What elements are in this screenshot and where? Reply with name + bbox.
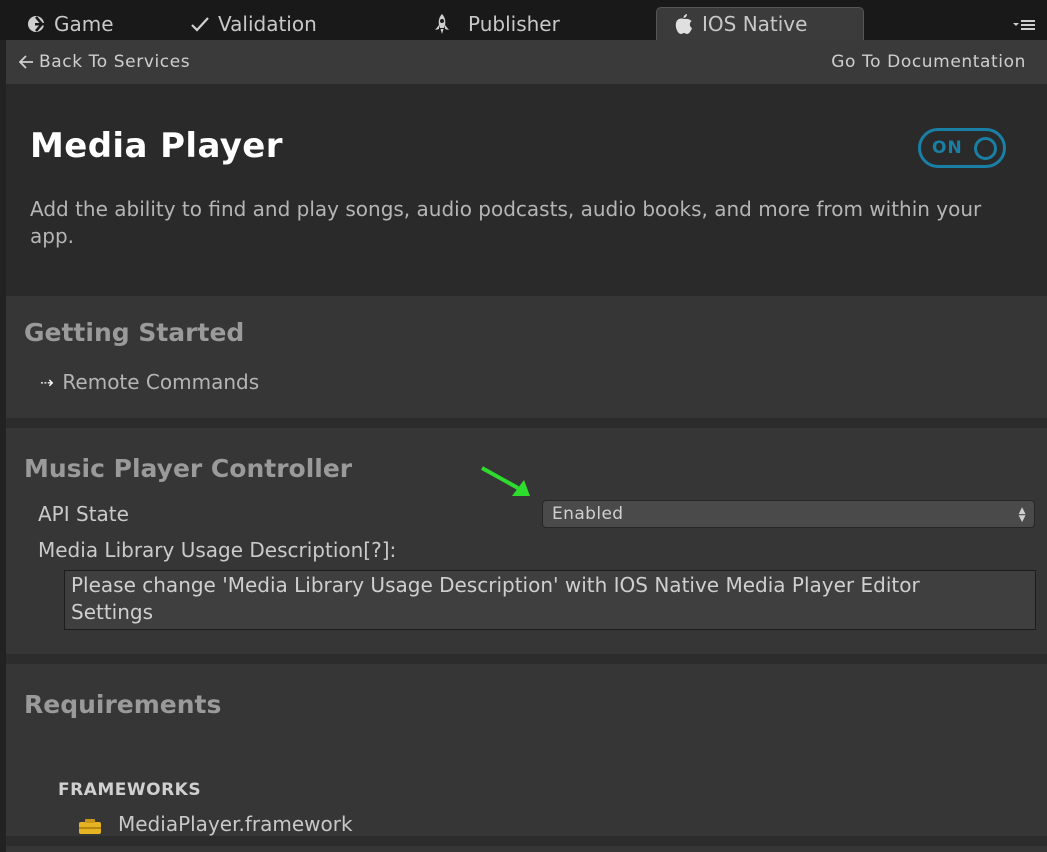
toggle-knob [974,137,997,160]
unity-icon [26,14,46,34]
tab-label: IOS Native [702,12,808,36]
go-to-documentation-link[interactable]: Go To Documentation [831,52,1026,72]
framework-name: MediaPlayer.framework [118,812,353,836]
tab-validation[interactable]: Validation [190,7,317,40]
getting-started-section: Getting Started ⇢ Remote Commands [6,296,1047,418]
tab-game[interactable]: Game [26,7,114,40]
rocket-icon [432,13,452,35]
back-link-label: Back To Services [39,52,191,72]
usage-description-label: Media Library Usage Description[?]: [38,538,397,562]
tab-label: Validation [218,11,317,36]
editor-window: Game Validation Publisher IOS Native Bac… [0,0,1047,852]
tab-bar: Game Validation Publisher IOS Native [0,0,1047,40]
music-player-controller-section: Music Player Controller API State Enable… [6,428,1047,654]
apple-icon [674,13,694,35]
usage-text-line: Please change 'Media Library Usage Descr… [71,573,920,597]
frameworks-header: FRAMEWORKS [58,780,202,800]
arrow-left-icon [18,55,33,69]
service-nav-bar: Back To Services Go To Documentation [6,40,1047,84]
usage-description-field[interactable]: Please change 'Media Library Usage Descr… [64,570,1036,630]
api-state-dropdown[interactable]: Enabled ▲ ▼ [542,500,1035,528]
section-title: Music Player Controller [24,454,353,483]
description-line: app. [30,224,75,248]
tab-label: Game [54,11,114,36]
arrow-right-icon: ⇢ [40,372,54,392]
page-title: Media Player [30,126,283,166]
annotation-arrow-icon [481,466,530,496]
tab-ios-native[interactable]: IOS Native [656,7,864,40]
service-panel: Back To Services Go To Documentation Med… [6,40,1047,852]
toggle-label: ON [932,138,963,158]
framework-icon [78,816,102,834]
dropdown-value: Enabled [552,504,624,524]
requirements-section: Requirements FRAMEWORKS MediaPlayer.fram… [6,664,1047,836]
api-state-label: API State [38,502,129,526]
back-to-services-link[interactable]: Back To Services [18,52,190,72]
tab-publisher[interactable]: Publisher [432,7,560,40]
service-header: Media Player ON Add the ability to find … [6,84,1047,296]
usage-text-line: Settings [71,600,154,624]
dropdown-arrows-icon: ▲ ▼ [1018,506,1026,524]
next-section-edge [6,846,1047,852]
framework-item: MediaPlayer.framework [78,812,353,836]
window-menu-icon[interactable] [1011,16,1039,34]
link-label: Remote Commands [62,370,260,394]
tab-label: Publisher [468,11,560,36]
section-title: Getting Started [24,318,245,347]
remote-commands-link[interactable]: ⇢ Remote Commands [40,370,259,394]
description-line: Add the ability to find and play songs, … [30,197,982,221]
service-description: Add the ability to find and play songs, … [30,196,1047,250]
checkmark-icon [190,14,210,34]
service-toggle[interactable]: ON [918,128,1006,168]
section-title: Requirements [24,690,222,719]
